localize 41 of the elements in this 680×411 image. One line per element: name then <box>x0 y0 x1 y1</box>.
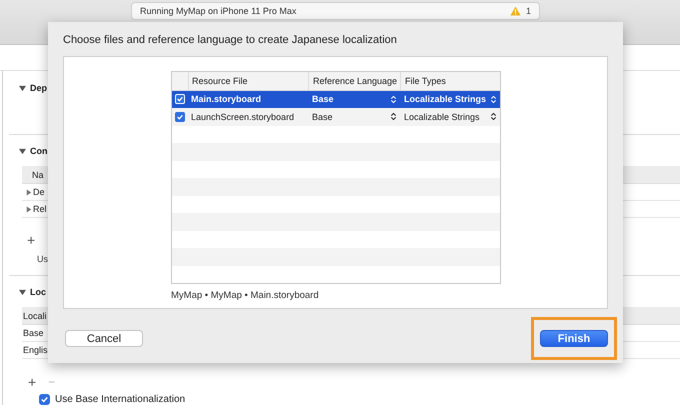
table-row[interactable]: Main.storyboard Base Localizable Strings <box>172 90 500 108</box>
add-button[interactable]: + <box>27 232 39 250</box>
checkbox[interactable] <box>39 394 50 405</box>
column-header[interactable]: File Types <box>400 72 500 90</box>
cancel-button[interactable]: Cancel <box>65 330 143 347</box>
add-button[interactable]: + <box>28 374 36 390</box>
table-cell: Englis <box>23 345 48 355</box>
disclosure-triangle-icon[interactable] <box>26 188 32 196</box>
section-title: Dep <box>30 83 48 93</box>
up-down-arrows-icon <box>390 94 397 104</box>
table-cell: Rel <box>33 204 47 214</box>
checkbox-label: Use Base Internationalization <box>55 394 186 405</box>
file-type-popup[interactable]: Localizable Strings <box>400 94 500 104</box>
up-down-arrows-icon <box>490 112 497 122</box>
warning-count: 1 <box>526 6 531 16</box>
up-down-arrows-icon <box>390 112 397 122</box>
table-cell-text: LaunchScreen.storyboard <box>190 112 296 122</box>
table-cell: De <box>33 187 45 197</box>
up-down-arrows-icon <box>490 94 497 104</box>
finish-button[interactable]: Finish <box>540 330 608 347</box>
table-row[interactable]: LaunchScreen.storyboard Base Localizable Strings <box>172 108 500 126</box>
file-path: MyMap • MyMap • Main.storyboard <box>171 290 320 301</box>
section-title: Loc <box>30 287 46 297</box>
language-popup[interactable]: Base <box>308 94 400 104</box>
disclosure-triangle-icon[interactable] <box>19 84 26 92</box>
disclosure-triangle-icon[interactable] <box>26 206 32 212</box>
disclosure-triangle-icon[interactable] <box>19 148 26 154</box>
column-header[interactable]: Resource File <box>188 72 308 90</box>
section-title: Con <box>30 146 48 156</box>
checkbox[interactable] <box>175 112 185 122</box>
disclosure-triangle-icon[interactable] <box>19 288 26 296</box>
setting-label: Us <box>37 254 48 264</box>
column-header[interactable]: Reference Language <box>308 72 400 90</box>
status-text: Running MyMap on iPhone 11 Pro Max <box>140 6 298 16</box>
table-cell-text: Main.storyboard <box>190 94 262 104</box>
language-popup[interactable]: Base <box>308 112 400 122</box>
file-type-popup[interactable]: Localizable Strings <box>400 112 500 122</box>
table-cell: Base <box>23 328 44 338</box>
dialog-title: Choose files and reference language to create Japanese localization <box>63 34 398 48</box>
column-header: Locali <box>22 310 47 320</box>
column-header: Na <box>31 170 44 180</box>
